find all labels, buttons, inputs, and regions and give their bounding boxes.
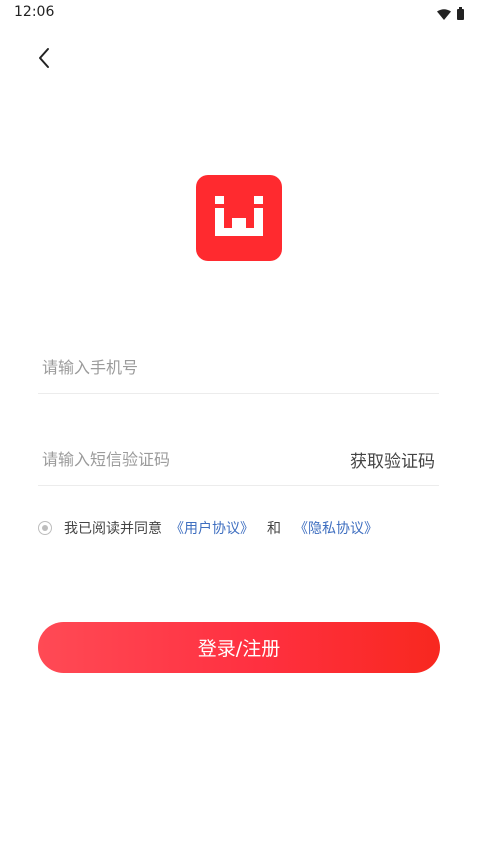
wifi-icon: [437, 5, 451, 24]
phone-input[interactable]: [38, 347, 439, 387]
sms-code-input[interactable]: [38, 439, 350, 479]
privacy-policy-link[interactable]: 《隐私协议》: [294, 518, 378, 538]
brand-logo: [196, 175, 282, 261]
brand-logo-icon: [213, 194, 265, 242]
user-agreement-link[interactable]: 《用户协议》: [170, 518, 254, 538]
radio-dot-icon: [42, 525, 48, 531]
battery-icon: [457, 5, 464, 24]
code-field-row: 获取验证码: [38, 433, 439, 486]
status-bar: 12:06: [0, 0, 478, 26]
agreement-text: 我已阅读并同意: [64, 521, 162, 537]
get-code-button[interactable]: 获取验证码: [350, 447, 439, 472]
status-time: 12:06: [14, 4, 55, 20]
chevron-left-icon: [37, 47, 51, 73]
agreement-radio[interactable]: [38, 521, 52, 535]
login-register-button[interactable]: 登录/注册: [38, 622, 440, 673]
agreement-and-text: 和: [267, 521, 281, 537]
back-button[interactable]: [28, 44, 60, 76]
agreement-row: 我已阅读并同意 《用户协议》 和 《隐私协议》: [38, 518, 378, 538]
status-icons: [437, 5, 464, 24]
phone-field-row: [38, 341, 439, 394]
